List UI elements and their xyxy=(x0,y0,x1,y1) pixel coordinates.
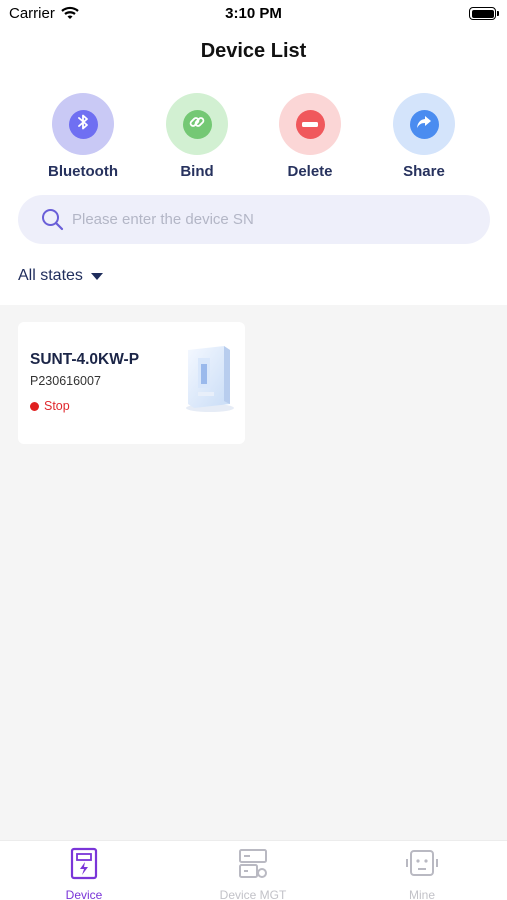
tab-mine-label: Mine xyxy=(408,888,435,900)
state-filter-dropdown[interactable]: All states xyxy=(18,265,103,287)
device-status: Stop xyxy=(30,399,70,413)
tab-device[interactable]: Device xyxy=(29,847,139,900)
share-arrow-icon xyxy=(416,115,432,134)
delete-button[interactable]: Delete xyxy=(260,93,360,180)
inverter-image xyxy=(180,344,238,419)
share-label: Share xyxy=(403,163,445,180)
bluetooth-button[interactable]: Bluetooth xyxy=(33,93,133,180)
caret-down-icon xyxy=(90,272,103,280)
tab-bar: Device Device MGT Mine xyxy=(0,840,507,900)
status-dot xyxy=(30,401,39,411)
minus-icon xyxy=(302,115,318,133)
search-bar xyxy=(18,195,490,244)
device-management-icon xyxy=(238,849,268,885)
search-input[interactable] xyxy=(72,207,472,232)
action-bar: Bluetooth Bind Delete Share xyxy=(0,93,507,183)
battery-icon xyxy=(469,7,499,20)
tab-device-mgt-label: Device MGT xyxy=(219,888,287,900)
page-title: Device List xyxy=(200,40,307,62)
tab-device-label: Device xyxy=(65,888,103,900)
share-circle xyxy=(393,93,455,155)
tab-mine[interactable]: Mine xyxy=(367,847,477,900)
share-button[interactable]: Share xyxy=(374,93,474,180)
link-icon xyxy=(188,113,206,136)
status-text: Stop xyxy=(44,399,70,413)
clock: 3:10 PM xyxy=(225,5,282,22)
bind-button[interactable]: Bind xyxy=(147,93,247,180)
device-name: SUNT-4.0KW-P xyxy=(30,351,140,368)
bluetooth-label: Bluetooth xyxy=(48,163,118,180)
search-icon xyxy=(41,208,64,236)
bind-label: Bind xyxy=(180,163,214,180)
bind-circle xyxy=(166,93,228,155)
device-icon xyxy=(70,847,98,885)
profile-icon xyxy=(405,850,439,885)
delete-circle xyxy=(279,93,341,155)
state-filter-label: All states xyxy=(18,267,83,284)
device-sn: P230616007 xyxy=(30,374,101,388)
device-card[interactable]: SUNT-4.0KW-P P230616007 Stop xyxy=(18,322,245,444)
device-list: SUNT-4.0KW-P P230616007 Stop xyxy=(0,305,507,840)
delete-label: Delete xyxy=(287,163,333,180)
status-bar: Carrier 3:10 PM xyxy=(0,0,507,28)
bluetooth-icon xyxy=(76,113,90,136)
tab-device-mgt[interactable]: Device MGT xyxy=(198,847,308,900)
bluetooth-circle xyxy=(52,93,114,155)
